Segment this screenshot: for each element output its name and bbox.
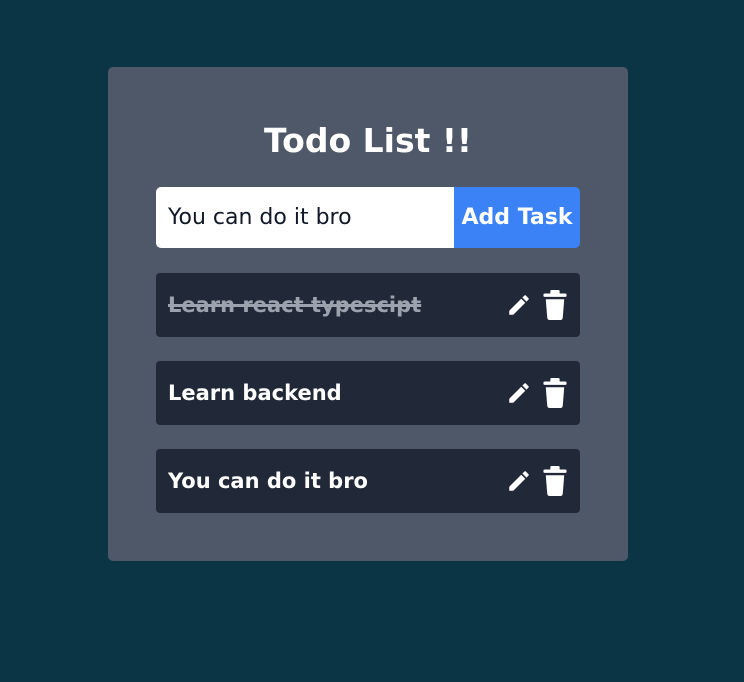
page-title: Todo List !! (264, 121, 472, 160)
task-item: You can do it bro (156, 449, 580, 513)
delete-task-button[interactable] (542, 378, 568, 408)
pencil-icon (509, 471, 529, 491)
task-actions (506, 466, 568, 496)
add-task-button[interactable]: Add Task (454, 187, 580, 248)
task-list: Learn react typescipt Learn backend You … (156, 273, 580, 537)
add-task-form: Add Task (156, 187, 580, 248)
task-input[interactable] (156, 187, 454, 248)
delete-task-button[interactable] (542, 290, 568, 320)
task-actions (506, 378, 568, 408)
trash-icon (543, 466, 567, 496)
pencil-icon (509, 383, 529, 403)
task-text[interactable]: You can do it bro (168, 469, 368, 493)
task-actions (506, 290, 568, 320)
trash-icon (543, 378, 567, 408)
task-item: Learn backend (156, 361, 580, 425)
trash-icon (543, 290, 567, 320)
edit-task-button[interactable] (506, 378, 532, 408)
pencil-icon (509, 295, 529, 315)
task-text[interactable]: Learn backend (168, 381, 342, 405)
edit-task-button[interactable] (506, 290, 532, 320)
edit-task-button[interactable] (506, 466, 532, 496)
task-text[interactable]: Learn react typescipt (168, 293, 421, 317)
task-item: Learn react typescipt (156, 273, 580, 337)
delete-task-button[interactable] (542, 466, 568, 496)
todo-card: Todo List !! Add Task Learn react typesc… (108, 67, 628, 561)
